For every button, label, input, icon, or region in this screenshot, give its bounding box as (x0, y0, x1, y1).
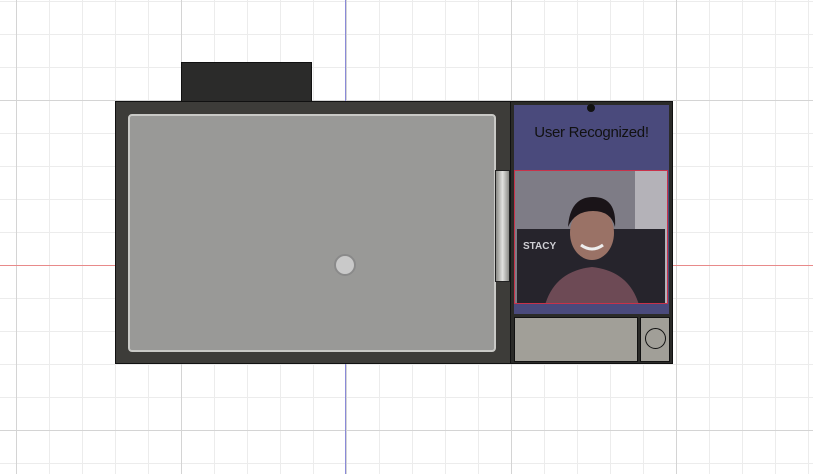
person-photo-icon: STACY (514, 170, 668, 304)
poster-label: STACY (523, 241, 556, 252)
camera-icon (587, 104, 595, 112)
origin-marker-icon[interactable] (334, 254, 356, 276)
side-connector[interactable] (495, 170, 510, 282)
circle-button-icon[interactable] (645, 328, 666, 349)
device-screen[interactable] (128, 114, 496, 352)
button-area[interactable] (514, 317, 638, 362)
device-top-block[interactable] (181, 62, 312, 102)
recognition-message: User Recognized! (534, 124, 649, 141)
